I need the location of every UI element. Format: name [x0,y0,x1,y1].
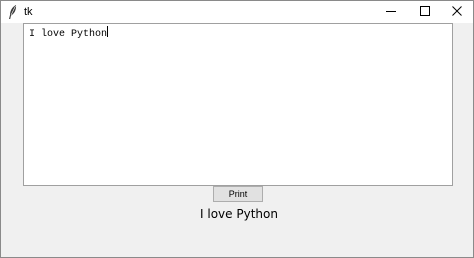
title-bar[interactable]: tk [1,1,473,23]
print-button[interactable]: Print [213,186,263,202]
window-title: tk [24,6,33,18]
close-icon [452,3,462,21]
maximize-button[interactable] [407,1,443,23]
feather-icon [7,4,19,20]
minimize-icon [386,3,396,21]
text-cursor [107,26,109,37]
close-button[interactable] [439,1,473,23]
minimize-button[interactable] [373,1,409,23]
app-window: tk I love Python Print I love Python [0,0,474,258]
text-editor-value: I love Python [29,29,108,40]
maximize-icon [420,3,430,21]
window-client-area: I love Python Print I love Python [1,23,473,257]
text-editor[interactable]: I love Python [23,23,453,186]
text-editor-content[interactable]: I love Python [29,26,109,41]
output-label: I love Python [200,207,278,221]
